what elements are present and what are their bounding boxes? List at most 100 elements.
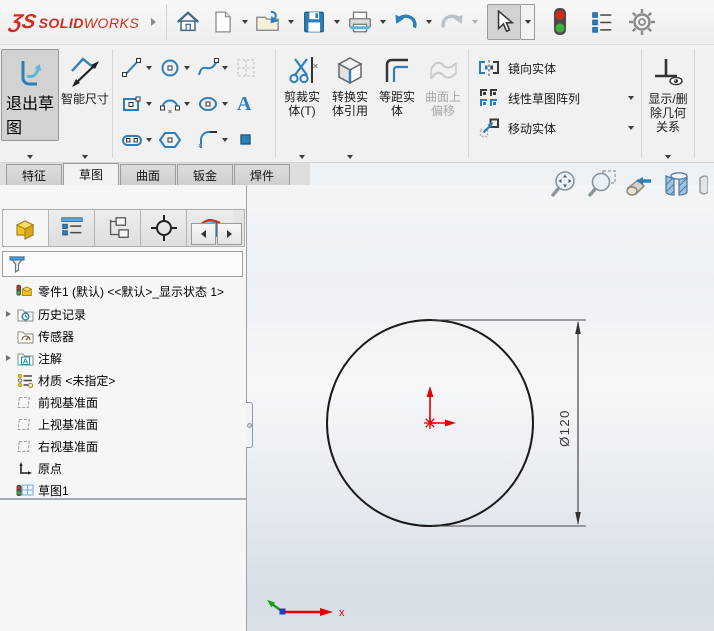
panel-tab-scroll bbox=[190, 223, 242, 245]
open-dropdown-icon[interactable] bbox=[288, 20, 294, 24]
tree-item-right-plane[interactable]: 右视基准面 bbox=[0, 435, 245, 457]
linear-pattern-dropdown-icon[interactable] bbox=[628, 96, 634, 100]
tree-item-sensors[interactable]: 传感器 bbox=[0, 325, 245, 347]
expand-arrow-icon[interactable] bbox=[0, 355, 16, 361]
arc-tool-button[interactable] bbox=[159, 87, 195, 121]
dimxpert-tab[interactable] bbox=[141, 210, 187, 246]
undo-button[interactable] bbox=[389, 4, 423, 40]
zoom-area-icon[interactable] bbox=[587, 168, 619, 200]
move-entities-button[interactable]: 移动实体 bbox=[477, 113, 637, 143]
dimension-label[interactable]: Ø120 bbox=[557, 409, 572, 447]
logo-flyout-icon[interactable] bbox=[151, 18, 156, 26]
arc-dropdown-icon[interactable] bbox=[184, 102, 190, 106]
tab-sheet-metal[interactable]: 钣金 bbox=[177, 164, 233, 185]
plane-icon bbox=[16, 395, 34, 410]
slot-dropdown-icon[interactable] bbox=[146, 138, 152, 142]
tree-root-part[interactable]: 零件1 (默认) <<默认>_显示状态 1> bbox=[0, 279, 245, 303]
smart-dimension-label: 智能尺寸 bbox=[61, 92, 109, 106]
convert-dropdown-icon[interactable] bbox=[347, 155, 353, 159]
display-relations-dropdown-icon[interactable] bbox=[665, 155, 671, 159]
convert-entities-button[interactable]: 转换实体引用 bbox=[327, 49, 373, 118]
pattern-group: 镜向实体 线性草图阵列 移动实体 bbox=[471, 45, 639, 162]
tab-scroll-right-button[interactable] bbox=[217, 223, 242, 245]
history-folder-icon bbox=[16, 307, 34, 322]
new-document-dropdown-icon[interactable] bbox=[242, 20, 248, 24]
smart-dimension-dropdown-icon[interactable] bbox=[82, 155, 88, 159]
rectangle-dropdown-icon[interactable] bbox=[146, 102, 152, 106]
graphics-area[interactable]: Ø120 x bbox=[247, 185, 714, 631]
exit-sketch-dropdown-icon[interactable] bbox=[27, 155, 33, 159]
select-tool-button[interactable] bbox=[487, 4, 521, 40]
text-tool-button[interactable]: A bbox=[235, 87, 271, 121]
tab-scroll-left-button[interactable] bbox=[191, 223, 216, 245]
previous-view-icon[interactable] bbox=[624, 168, 656, 200]
mirror-entities-button[interactable]: 镜向实体 bbox=[477, 53, 637, 83]
zoom-fit-icon[interactable] bbox=[550, 168, 582, 200]
ellipse-tool-button[interactable] bbox=[197, 87, 233, 121]
trim-dropdown-icon[interactable] bbox=[299, 155, 305, 159]
line-dropdown-icon[interactable] bbox=[146, 66, 152, 70]
annotations-folder-icon: A bbox=[16, 351, 34, 366]
select-tool-dropdown[interactable] bbox=[521, 4, 535, 40]
tree-item-top-plane[interactable]: 上视基准面 bbox=[0, 413, 245, 435]
configurationmanager-tab[interactable] bbox=[95, 210, 141, 246]
rollback-bar[interactable] bbox=[0, 498, 246, 500]
select-arrow-icon bbox=[493, 10, 515, 34]
line-tool-button[interactable] bbox=[121, 51, 157, 85]
options-list-button[interactable] bbox=[585, 4, 619, 40]
undo-dropdown-icon[interactable] bbox=[426, 20, 432, 24]
home-button[interactable] bbox=[171, 4, 205, 40]
tree-item-origin[interactable]: 原点 bbox=[0, 457, 245, 479]
display-relations-icon bbox=[651, 55, 685, 89]
print-button[interactable] bbox=[343, 4, 377, 40]
circle-tool-button[interactable] bbox=[159, 51, 195, 85]
spline-tool-button[interactable] bbox=[197, 51, 233, 85]
offset-entities-button[interactable]: 等距实体 bbox=[374, 45, 420, 162]
sketch-origin[interactable] bbox=[424, 386, 456, 429]
title-toolbar: ƷS SOLID WORKS bbox=[0, 0, 714, 45]
ellipse-dropdown-icon[interactable] bbox=[222, 102, 228, 106]
print-dropdown-icon[interactable] bbox=[380, 20, 386, 24]
panel-collapse-handle[interactable] bbox=[246, 402, 253, 448]
tree-filter-field[interactable] bbox=[2, 251, 243, 277]
view-settings-partial-icon[interactable] bbox=[698, 168, 708, 200]
new-document-button[interactable] bbox=[205, 4, 239, 40]
ellipse-icon bbox=[197, 93, 219, 115]
section-view-icon[interactable] bbox=[661, 168, 693, 200]
tree-item-material[interactable]: 材质 <未指定> bbox=[0, 369, 245, 391]
move-entities-dropdown-icon[interactable] bbox=[628, 126, 634, 130]
display-relations-button[interactable]: 显示/删除几何关系 bbox=[645, 49, 691, 134]
sketch-fillet-button[interactable] bbox=[197, 123, 233, 157]
smart-dimension-button[interactable]: 智能尺寸 bbox=[61, 49, 109, 106]
rectangle-tool-button[interactable] bbox=[121, 87, 157, 121]
tab-features[interactable]: 特征 bbox=[6, 164, 62, 185]
tab-sketch[interactable]: 草图 bbox=[63, 163, 119, 185]
point-tool-button[interactable] bbox=[235, 123, 271, 157]
tree-item-history[interactable]: 历史记录 bbox=[0, 303, 245, 325]
spline-dropdown-icon[interactable] bbox=[222, 66, 228, 70]
arc-icon bbox=[159, 93, 181, 115]
polygon-tool-button[interactable] bbox=[159, 123, 195, 157]
expand-arrow-icon[interactable] bbox=[0, 311, 16, 317]
tree-item-annotations[interactable]: A 注解 bbox=[0, 347, 245, 369]
trim-entities-button[interactable]: 剪裁实体(T) bbox=[279, 49, 325, 118]
circle-dropdown-icon[interactable] bbox=[184, 66, 190, 70]
tree-item-front-plane[interactable]: 前视基准面 bbox=[0, 391, 245, 413]
save-button[interactable] bbox=[297, 4, 331, 40]
sketch-fillet-dropdown-icon[interactable] bbox=[222, 138, 228, 142]
rebuild-button[interactable] bbox=[543, 4, 577, 40]
dimension-line[interactable] bbox=[575, 321, 581, 525]
open-button[interactable] bbox=[251, 4, 285, 40]
exit-sketch-label: 退出草图 bbox=[6, 90, 54, 138]
linear-pattern-button[interactable]: 线性草图阵列 bbox=[477, 83, 637, 113]
tab-weldments[interactable]: 焊件 bbox=[234, 164, 290, 185]
exit-sketch-button[interactable]: 退出草图 bbox=[1, 49, 59, 141]
tab-surfaces[interactable]: 曲面 bbox=[120, 164, 176, 185]
featuremanager-tab[interactable] bbox=[3, 210, 49, 246]
part-icon bbox=[13, 215, 39, 241]
settings-button[interactable] bbox=[625, 4, 659, 40]
save-dropdown-icon[interactable] bbox=[334, 20, 340, 24]
propertymanager-tab[interactable] bbox=[49, 210, 95, 246]
slot-tool-button[interactable] bbox=[121, 123, 157, 157]
rectangle-icon bbox=[121, 93, 143, 115]
